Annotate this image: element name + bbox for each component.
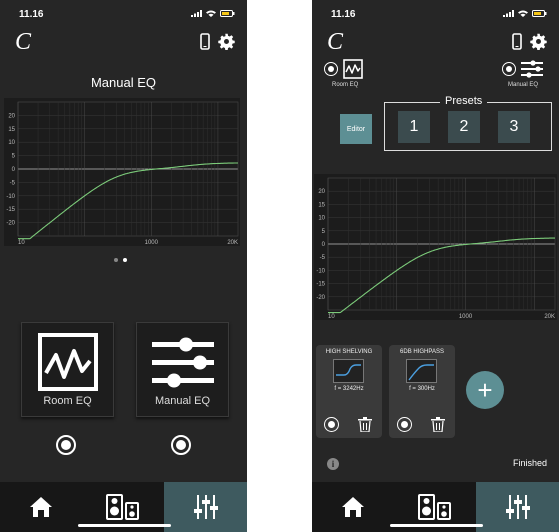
tab-bar	[0, 482, 247, 532]
tab-home[interactable]	[312, 482, 394, 532]
tab-bar	[312, 482, 559, 532]
y-tick-label: -5	[10, 180, 16, 186]
y-tick-label: -15	[316, 282, 325, 288]
home-indicator[interactable]	[78, 524, 171, 527]
info-icon[interactable]: i	[327, 458, 339, 470]
x-tick-label: 1000	[459, 314, 473, 320]
presets-label: Presets	[440, 95, 488, 107]
manual-eq-radio[interactable]	[502, 62, 516, 76]
status-bar: 11.16	[312, 0, 559, 26]
phone-icon[interactable]	[512, 33, 522, 50]
filter-title: 6DB HIGHPASS	[400, 349, 444, 355]
filter-title: HIGH SHELVING	[325, 349, 373, 355]
signal-icon	[191, 10, 202, 17]
room-eq-label: Room EQ	[332, 82, 359, 88]
y-tick-label: -20	[6, 221, 15, 227]
x-tick-label: 20K	[227, 240, 238, 246]
app-logo: C	[327, 29, 344, 55]
room-eq-radio[interactable]	[56, 435, 76, 455]
speaker-icon	[106, 494, 139, 520]
filter-frequency: f = 3242Hz	[334, 386, 364, 392]
room-eq-button[interactable]: Room EQ	[21, 322, 114, 417]
manual-eq-label: Manual EQ	[154, 395, 211, 407]
home-icon	[342, 497, 364, 517]
gear-icon[interactable]	[218, 33, 235, 50]
preset-3-button[interactable]: 3	[498, 111, 530, 143]
room-eq-icon	[38, 333, 98, 391]
filter-enable-radio[interactable]	[397, 417, 412, 432]
page-indicator	[114, 258, 127, 262]
y-tick-label: 0	[12, 167, 16, 173]
y-tick-label: 15	[318, 202, 325, 208]
status-time: 11.16	[331, 9, 356, 20]
page-dot[interactable]	[114, 258, 118, 262]
tab-eq[interactable]	[164, 482, 247, 532]
gear-icon[interactable]	[530, 33, 547, 50]
y-tick-label: -20	[316, 295, 325, 301]
page-dot-active[interactable]	[123, 258, 127, 262]
y-tick-label: 5	[12, 154, 16, 160]
x-tick-label: 10	[328, 314, 335, 320]
x-tick-label: 1000	[145, 240, 159, 246]
speaker-icon	[418, 494, 451, 520]
eq-chart: 20 15 10 5 0 -5 -10 -15 -20 10 1000 20K	[314, 174, 557, 320]
phone-icon[interactable]	[200, 33, 210, 50]
trash-icon[interactable]	[358, 417, 372, 432]
manual-eq-label: Manual EQ	[508, 82, 539, 88]
y-tick-label: 10	[318, 216, 325, 222]
filter-card-high-shelving[interactable]: HIGH SHELVING f = 3242Hz	[316, 345, 382, 438]
sliders-icon	[193, 495, 218, 519]
y-tick-label: -10	[6, 194, 15, 200]
status-time: 11.16	[19, 9, 44, 20]
finished-button[interactable]: Finished	[513, 458, 547, 468]
x-tick-label: 20K	[544, 314, 555, 320]
signal-icon	[503, 10, 514, 17]
status-bar: 11.16	[0, 0, 247, 26]
trash-icon[interactable]	[431, 417, 445, 432]
filter-thumbnail	[333, 359, 364, 383]
manual-eq-button[interactable]: Manual EQ	[136, 322, 229, 417]
y-tick-label: -10	[316, 268, 325, 274]
app-logo: C	[15, 29, 32, 55]
home-indicator[interactable]	[390, 524, 483, 527]
sliders-icon	[505, 495, 530, 519]
editor-button[interactable]: Editor	[340, 114, 372, 144]
filter-card-6db-highpass[interactable]: 6DB HIGHPASS f = 300Hz	[389, 345, 455, 438]
battery-icon	[532, 10, 547, 17]
add-filter-button[interactable]: +	[466, 371, 504, 409]
y-tick-label: 20	[318, 189, 325, 195]
battery-icon	[220, 10, 235, 17]
y-tick-label: -15	[6, 207, 15, 213]
y-tick-label: -5	[320, 255, 326, 261]
x-tick-label: 10	[18, 240, 25, 246]
tab-eq[interactable]	[476, 482, 559, 532]
wifi-icon	[206, 10, 216, 17]
sliders-icon	[152, 337, 214, 388]
y-tick-label: 0	[322, 242, 326, 248]
y-tick-label: 20	[8, 113, 15, 119]
y-tick-label: 10	[8, 140, 15, 146]
page-title: Manual EQ	[90, 75, 157, 90]
phone-screen-manual-eq: 11.16 C Manual EQ 20 15 10 5 0 -5 -10 -15 -20 10 1…	[0, 0, 247, 532]
tab-home[interactable]	[0, 482, 82, 532]
room-eq-icon[interactable]	[343, 59, 363, 79]
preset-1-button[interactable]: 1	[398, 111, 430, 143]
room-eq-label: Room EQ	[43, 395, 92, 407]
manual-eq-radio[interactable]	[171, 435, 191, 455]
phone-screen-editor: 11.16 C Room EQ Manual EQ Editor Presets…	[312, 0, 559, 532]
filter-thumbnail	[406, 359, 437, 383]
y-tick-label: 15	[8, 127, 15, 133]
filter-enable-radio[interactable]	[324, 417, 339, 432]
wifi-icon	[518, 10, 528, 17]
room-eq-radio[interactable]	[324, 62, 338, 76]
eq-chart: 20 15 10 5 0 -5 -10 -15 -20 10 1000 20K	[4, 98, 240, 246]
preset-2-button[interactable]: 2	[448, 111, 480, 143]
y-tick-label: 5	[322, 229, 326, 235]
filter-frequency: f = 300Hz	[409, 386, 435, 392]
sliders-icon[interactable]	[521, 60, 543, 78]
home-icon	[30, 497, 52, 517]
